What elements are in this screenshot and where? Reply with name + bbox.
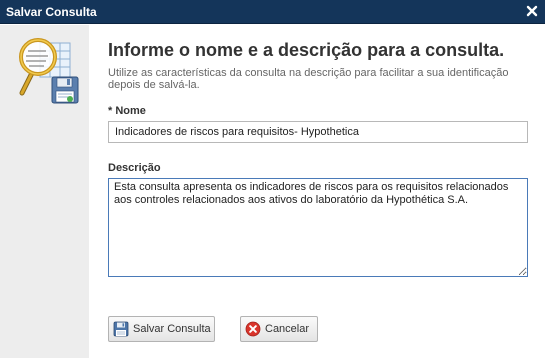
save-query-dialog: Salvar Consulta Informe o nome e a descr… bbox=[0, 0, 545, 358]
save-query-label: Salvar Consulta bbox=[133, 323, 211, 335]
name-input[interactable] bbox=[108, 121, 528, 143]
dialog-title: Salvar Consulta bbox=[6, 5, 97, 19]
save-query-button[interactable]: Salvar Consulta bbox=[108, 316, 215, 342]
description-label: Descrição bbox=[108, 162, 161, 174]
form-heading: Informe o nome e a descrição para a cons… bbox=[108, 40, 505, 60]
dialog-content: Informe o nome e a descrição para a cons… bbox=[89, 25, 545, 358]
name-label: * Nome bbox=[108, 105, 146, 117]
close-icon[interactable] bbox=[525, 4, 539, 18]
name-label-text: Nome bbox=[115, 105, 146, 117]
cancel-button[interactable]: Cancelar bbox=[240, 316, 318, 342]
cancel-label: Cancelar bbox=[265, 323, 310, 335]
floppy-disk-icon bbox=[113, 321, 129, 337]
dialog-titlebar[interactable]: Salvar Consulta bbox=[0, 0, 545, 24]
cancel-circle-icon bbox=[245, 321, 261, 337]
dialog-left-panel bbox=[0, 25, 89, 358]
form-subtext: Utilize as características da consulta n… bbox=[108, 67, 509, 91]
description-textarea[interactable]: Esta consulta apresenta os indicadores d… bbox=[108, 178, 528, 277]
search-save-icon bbox=[19, 38, 79, 104]
